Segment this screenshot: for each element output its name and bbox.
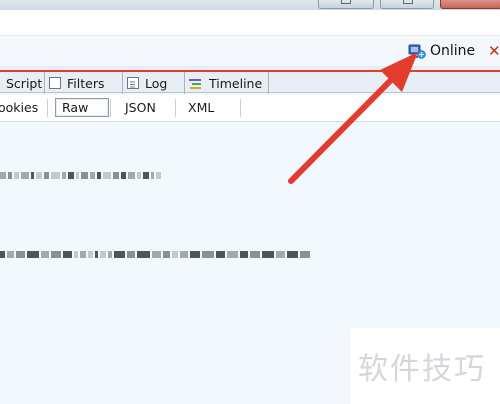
minimize-icon <box>341 0 351 4</box>
close-icon[interactable]: ✕ <box>488 42 500 60</box>
subtab-cookies[interactable]: ookies <box>0 97 38 117</box>
tab-script-label: Script <box>6 75 43 91</box>
subtab-divider <box>110 99 111 117</box>
redacted-text-line <box>0 172 161 179</box>
subtab-divider <box>240 99 241 117</box>
watermark-text: 软件技巧 <box>358 352 486 387</box>
subtab-xml-label: XML <box>188 99 215 115</box>
log-icon <box>127 77 139 89</box>
window-titlebar <box>0 0 500 10</box>
subtab-raw-label: Raw <box>62 100 89 115</box>
tab-timeline-label: Timeline <box>209 75 263 91</box>
subtab-divider <box>47 99 48 117</box>
panel-header <box>0 10 500 36</box>
tab-filters-label: Filters <box>67 75 105 91</box>
tab-log[interactable]: Log <box>122 72 173 94</box>
subtab-raw[interactable]: Raw <box>55 98 110 117</box>
filters-icon <box>49 77 61 89</box>
window-close-button[interactable] <box>440 0 500 9</box>
online-status-button[interactable]: Online <box>408 40 475 62</box>
online-status-label: Online <box>430 43 476 59</box>
subtab-xml[interactable]: XML <box>188 97 214 117</box>
subtab-json-label: JSON <box>125 99 156 115</box>
maximize-button[interactable] <box>380 0 434 9</box>
timeline-icon <box>189 77 203 89</box>
subtab-divider <box>175 99 176 117</box>
tab-log-label: Log <box>145 75 168 91</box>
tab-script[interactable]: Script <box>0 72 48 94</box>
redacted-text-line <box>0 251 310 258</box>
minimize-button[interactable] <box>318 0 374 9</box>
network-online-icon <box>408 42 426 60</box>
subtab-cookies-label: ookies <box>0 99 39 115</box>
subtab-json[interactable]: JSON <box>125 97 156 117</box>
maximize-icon <box>403 0 413 4</box>
tab-timeline[interactable]: Timeline <box>184 72 270 94</box>
tab-filters[interactable]: Filters <box>44 72 110 94</box>
